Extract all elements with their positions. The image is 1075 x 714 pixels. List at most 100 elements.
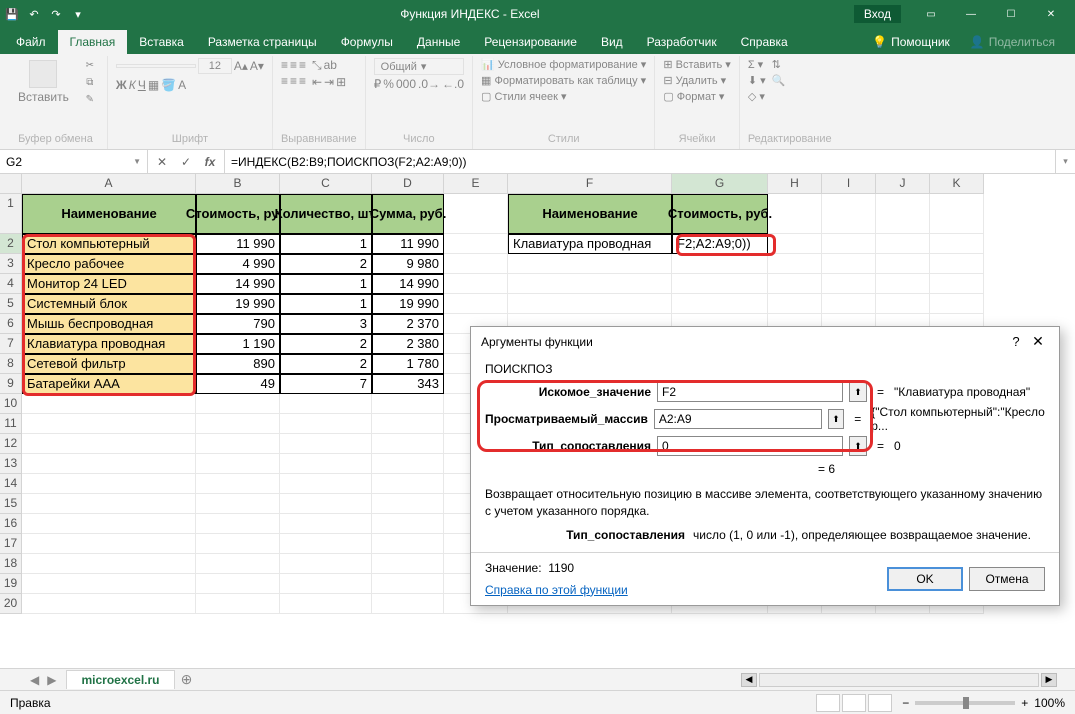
cell-b6[interactable]: 790 xyxy=(196,314,280,334)
row-header-6[interactable]: 6 xyxy=(0,314,22,334)
cell-d9[interactable]: 343 xyxy=(372,374,444,394)
cell[interactable] xyxy=(280,594,372,614)
cell[interactable] xyxy=(372,454,444,474)
row-header-15[interactable]: 15 xyxy=(0,494,22,514)
tab-view[interactable]: Вид xyxy=(589,30,635,54)
cell[interactable] xyxy=(280,494,372,514)
cell[interactable] xyxy=(768,194,822,234)
fx-icon[interactable]: fx xyxy=(198,155,222,169)
zoom-slider[interactable] xyxy=(915,701,1015,705)
cell-d2[interactable]: 11 990 xyxy=(372,234,444,254)
row-header-17[interactable]: 17 xyxy=(0,534,22,554)
find-icon[interactable]: 🔍 xyxy=(772,74,786,87)
row-header-3[interactable]: 3 xyxy=(0,254,22,274)
assistant-button[interactable]: 💡Помощник xyxy=(862,30,960,54)
cell[interactable] xyxy=(876,254,930,274)
cell[interactable] xyxy=(22,414,196,434)
cell-c6[interactable]: 3 xyxy=(280,314,372,334)
cell[interactable] xyxy=(196,474,280,494)
cell[interactable] xyxy=(196,534,280,554)
font-color-icon[interactable]: A xyxy=(178,78,186,92)
header-b1[interactable]: Стоимость, руб. xyxy=(196,194,280,234)
cell[interactable] xyxy=(196,594,280,614)
cell[interactable] xyxy=(280,414,372,434)
row-header-20[interactable]: 20 xyxy=(0,594,22,614)
formula-input[interactable]: =ИНДЕКС(B2:B9;ПОИСКПОЗ(F2;A2:A9;0)) xyxy=(225,150,1055,173)
tab-file[interactable]: Файл xyxy=(4,30,58,54)
row-header-16[interactable]: 16 xyxy=(0,514,22,534)
cell-f4[interactable] xyxy=(508,274,672,294)
cell-b2[interactable]: 11 990 xyxy=(196,234,280,254)
cell[interactable] xyxy=(280,434,372,454)
align-center-icon[interactable]: ≡ xyxy=(290,74,297,88)
cell[interactable] xyxy=(22,494,196,514)
cell-c9[interactable]: 7 xyxy=(280,374,372,394)
row-header-1[interactable]: 1 xyxy=(0,194,22,234)
tab-developer[interactable]: Разработчик xyxy=(635,30,729,54)
col-header-A[interactable]: A xyxy=(22,174,196,194)
zoom-out-icon[interactable]: − xyxy=(902,696,909,710)
align-left-icon[interactable]: ≡ xyxy=(281,74,288,88)
select-all-corner[interactable] xyxy=(0,174,22,194)
cell-d5[interactable]: 19 990 xyxy=(372,294,444,314)
comma-icon[interactable]: 000 xyxy=(396,77,416,91)
align-right-icon[interactable]: ≡ xyxy=(299,74,306,88)
cell[interactable] xyxy=(822,194,876,234)
decrease-decimal-icon[interactable]: ←.0 xyxy=(442,77,464,91)
cell-a6[interactable]: Мышь беспроводная xyxy=(22,314,196,334)
cell-f2[interactable]: Клавиатура проводная xyxy=(508,234,672,254)
name-box[interactable]: G2 ▼ xyxy=(0,150,148,173)
cell[interactable] xyxy=(280,554,372,574)
cell-c5[interactable]: 1 xyxy=(280,294,372,314)
arg-input-lookup-value[interactable] xyxy=(657,382,843,402)
cell[interactable] xyxy=(876,294,930,314)
sort-filter-icon[interactable]: ⇅ xyxy=(772,58,786,71)
undo-icon[interactable]: ↶ xyxy=(26,6,42,22)
close-icon[interactable]: ✕ xyxy=(1031,0,1071,28)
cell[interactable] xyxy=(372,494,444,514)
cell-c4[interactable]: 1 xyxy=(280,274,372,294)
view-page-layout-icon[interactable] xyxy=(842,694,866,712)
cell[interactable] xyxy=(930,294,984,314)
cell[interactable] xyxy=(768,274,822,294)
col-header-D[interactable]: D xyxy=(372,174,444,194)
cell-c3[interactable]: 2 xyxy=(280,254,372,274)
cell-b3[interactable]: 4 990 xyxy=(196,254,280,274)
percent-icon[interactable]: % xyxy=(383,77,394,91)
header-a1[interactable]: Наименование xyxy=(22,194,196,234)
range-select-icon[interactable]: ⬆ xyxy=(849,436,867,456)
function-help-link[interactable]: Справка по этой функции xyxy=(485,583,628,597)
col-header-C[interactable]: C xyxy=(280,174,372,194)
cell[interactable] xyxy=(372,514,444,534)
cell-d4[interactable]: 14 990 xyxy=(372,274,444,294)
merge-icon[interactable]: ⊞ xyxy=(336,75,346,89)
cell-e4[interactable] xyxy=(444,274,508,294)
tab-insert[interactable]: Вставка xyxy=(127,30,196,54)
cell[interactable] xyxy=(196,574,280,594)
increase-font-icon[interactable]: A▴ xyxy=(234,59,248,73)
cut-icon[interactable]: ✂ xyxy=(81,58,99,72)
cell[interactable] xyxy=(196,454,280,474)
align-middle-icon[interactable]: ≡ xyxy=(290,58,297,72)
cell-d6[interactable]: 2 370 xyxy=(372,314,444,334)
cell-g3[interactable] xyxy=(672,254,768,274)
ok-button[interactable]: OK xyxy=(887,567,963,591)
enter-formula-icon[interactable]: ✓ xyxy=(174,155,198,169)
dialog-titlebar[interactable]: Аргументы функции ? ✕ xyxy=(471,327,1059,356)
cell-e3[interactable] xyxy=(444,254,508,274)
cell-d3[interactable]: 9 980 xyxy=(372,254,444,274)
cell[interactable] xyxy=(930,254,984,274)
row-header-4[interactable]: 4 xyxy=(0,274,22,294)
range-select-icon[interactable]: ⬆ xyxy=(828,409,844,429)
expand-formula-bar-icon[interactable]: ▾ xyxy=(1055,150,1075,173)
header-f1[interactable]: Наименование xyxy=(508,194,672,234)
cell[interactable] xyxy=(22,534,196,554)
cell[interactable] xyxy=(822,234,876,254)
header-d1[interactable]: Сумма, руб. xyxy=(372,194,444,234)
row-header-10[interactable]: 10 xyxy=(0,394,22,414)
cell-b5[interactable]: 19 990 xyxy=(196,294,280,314)
row-header-12[interactable]: 12 xyxy=(0,434,22,454)
cell[interactable] xyxy=(372,574,444,594)
cell[interactable] xyxy=(930,194,984,234)
dialog-close-icon[interactable]: ✕ xyxy=(1027,333,1049,350)
